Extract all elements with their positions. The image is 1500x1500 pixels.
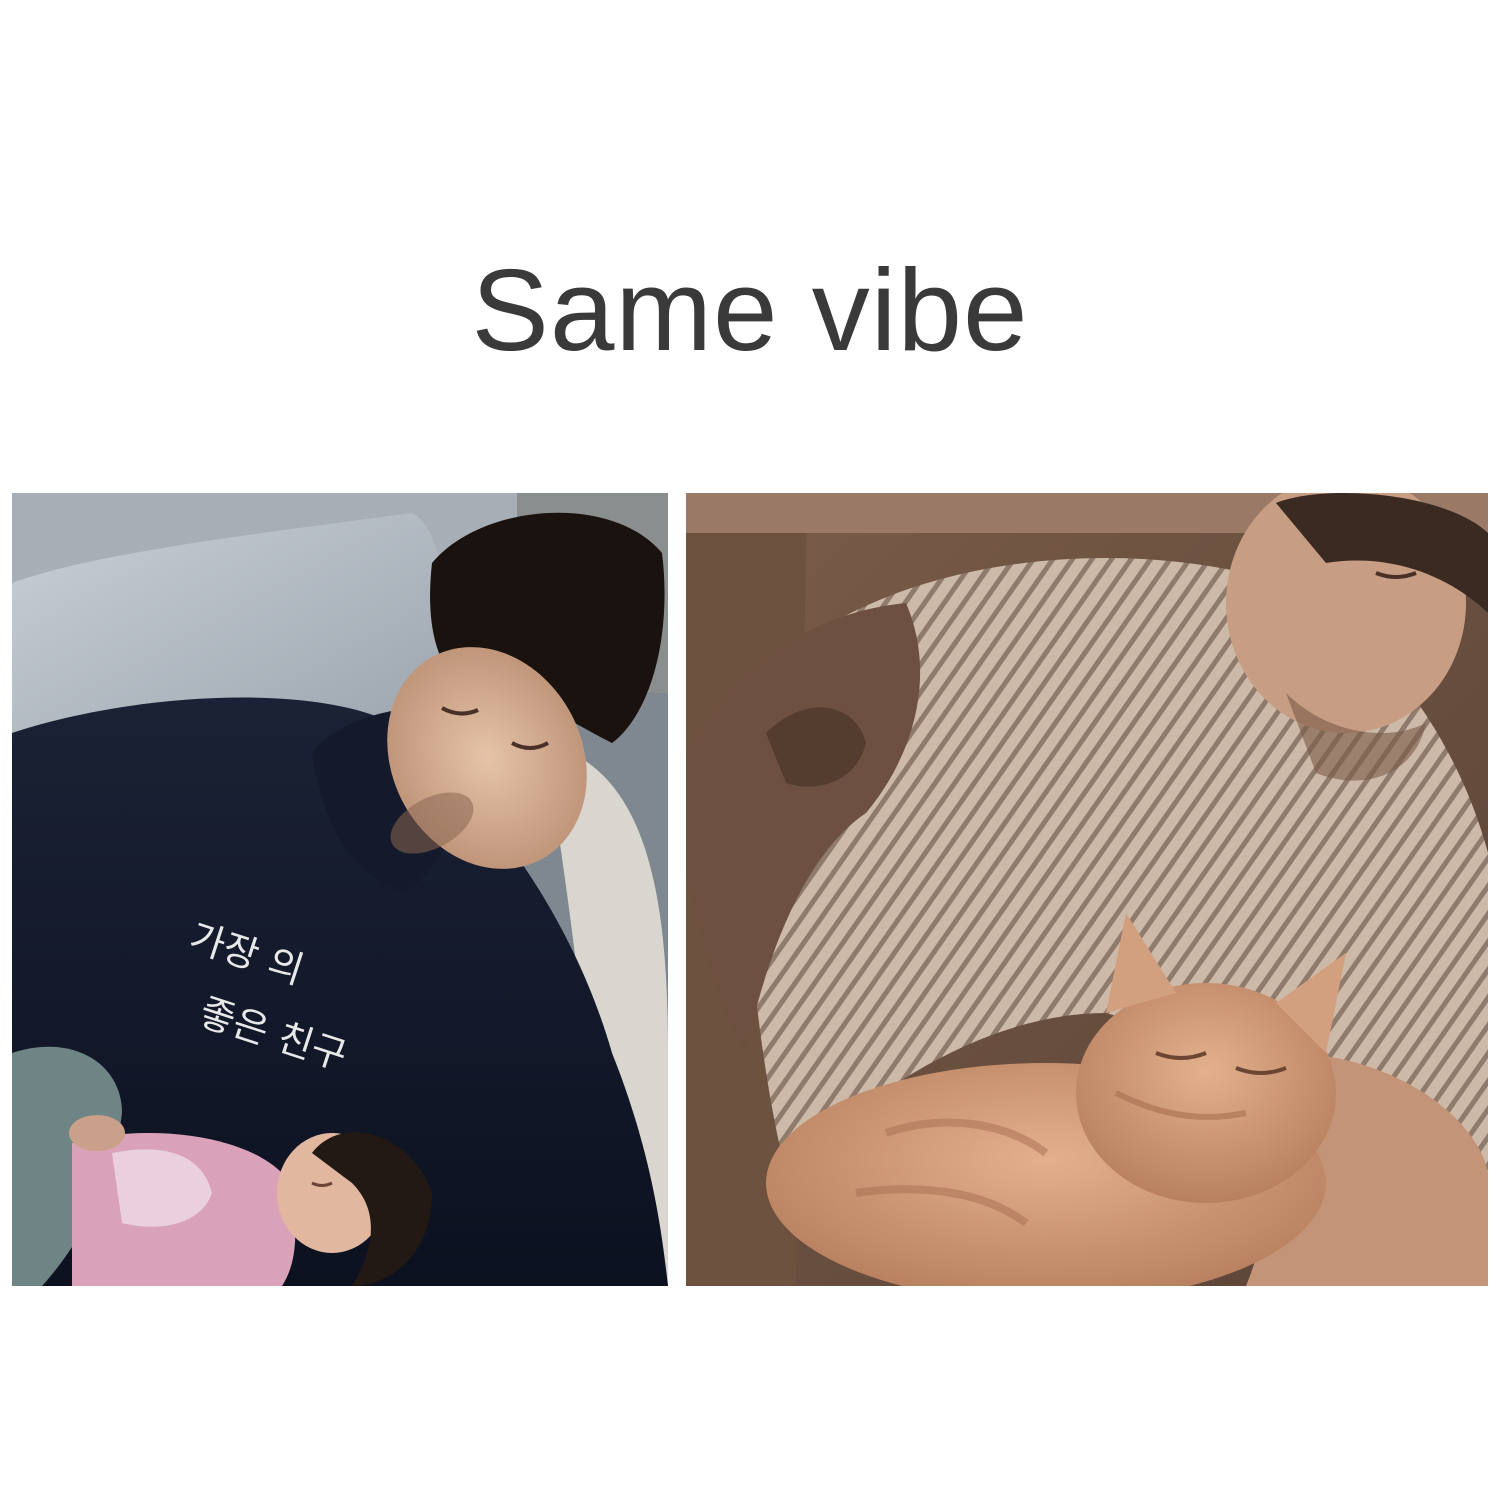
photo-man-with-kitten (686, 493, 1488, 1286)
photo-man-with-baby: 가장 의 좋은 친구 (12, 493, 668, 1286)
photo-man-with-baby-illustration: 가장 의 좋은 친구 (12, 493, 668, 1286)
photo-man-with-kitten-illustration (686, 493, 1488, 1286)
meme-page: Same vibe 가장 의 좋은 친구 (0, 0, 1500, 1500)
meme-caption: Same vibe (471, 245, 1029, 375)
